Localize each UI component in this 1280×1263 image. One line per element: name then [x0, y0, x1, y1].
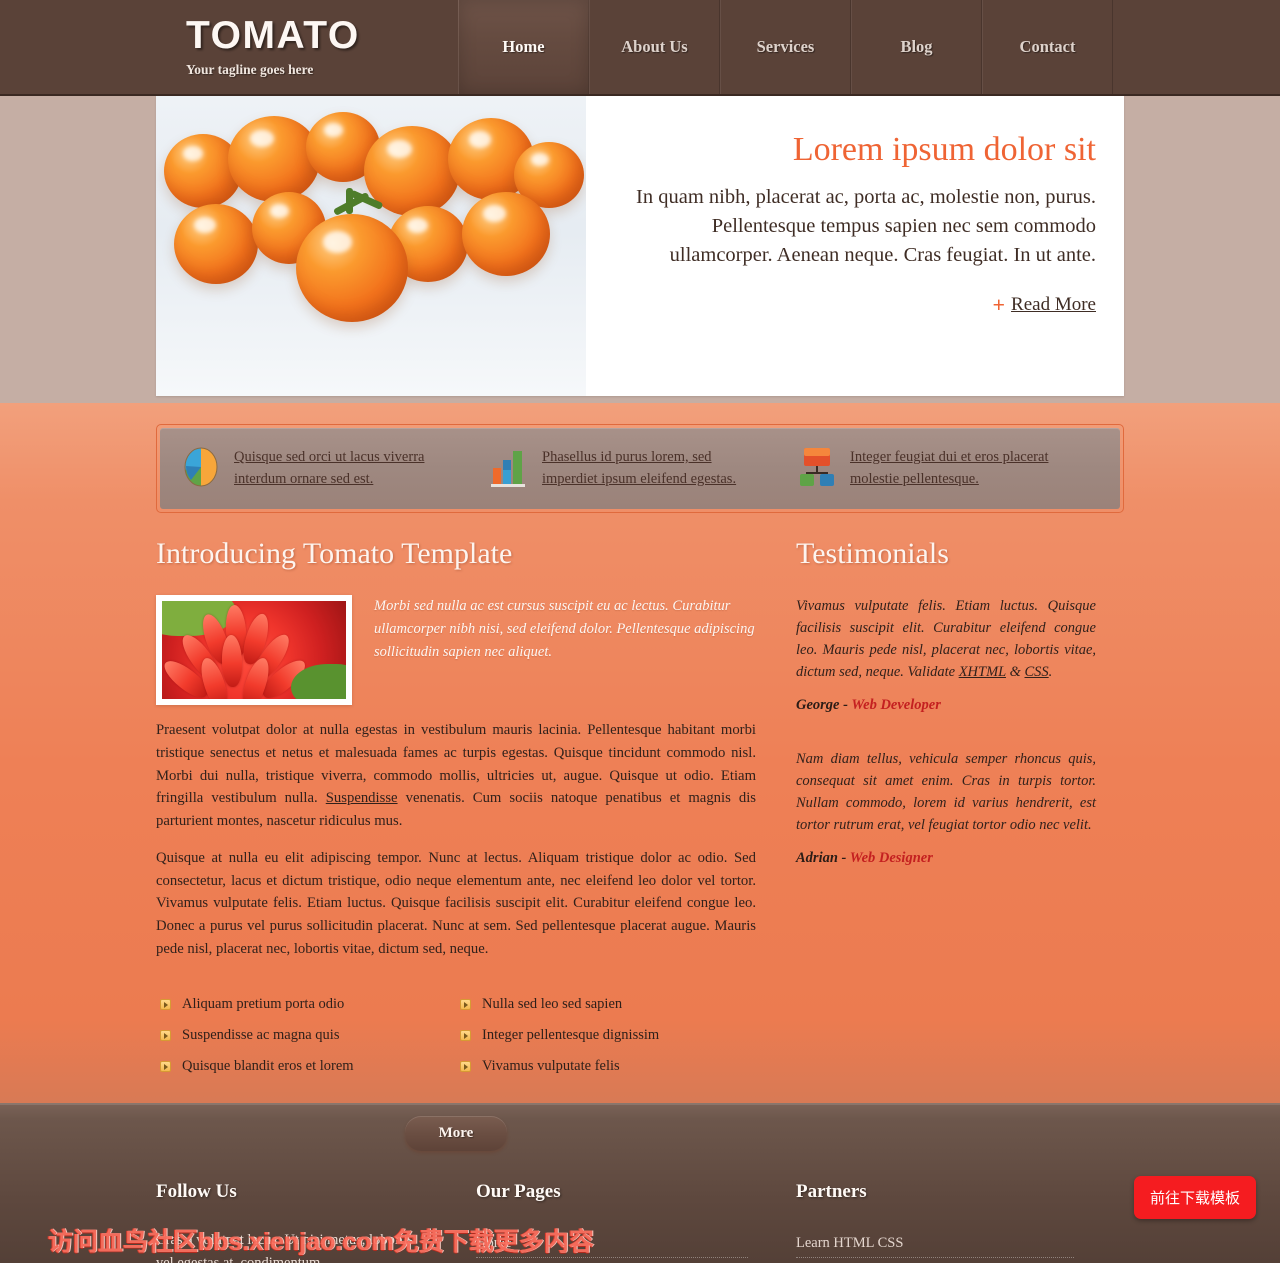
testimonial-author-1-role: Web Developer	[851, 697, 941, 714]
suspendisse-link[interactable]: Suspendisse	[326, 790, 398, 806]
intro-paragraph-1: Praesent volutpat dolor at nulla egestas…	[156, 719, 756, 833]
brand-title: TOMATO	[186, 14, 360, 57]
footer-column-partners: Partners Learn HTML CSS Web Design Flash…	[796, 1181, 1124, 1263]
footer-partners-title: Partners	[796, 1180, 867, 1202]
testimonial-author-2-role: Web Designer	[849, 850, 933, 867]
testimonial-author-1-name: George	[796, 697, 840, 714]
footer-follow-title: Follow Us	[156, 1180, 237, 1202]
footer-pages-title: Our Pages	[476, 1180, 561, 1202]
site-header: TOMATO Your tagline goes here Home About…	[0, 0, 1280, 96]
feature-link-2-line1[interactable]: Phasellus id purus lorem, sed	[542, 449, 712, 465]
dash: -	[839, 697, 852, 714]
nav-item-about-us[interactable]: About Us	[589, 0, 720, 94]
arrow-bullet-icon	[460, 998, 471, 1010]
list-item[interactable]: Web Design	[796, 1258, 1074, 1263]
intro-thumbnail-image	[162, 600, 346, 699]
feature-bar-inner: Quisque sed orci ut lacus viverra interd…	[160, 428, 1120, 509]
main-content: Introducing Tomato Template Morbi sed nu…	[156, 513, 1124, 1151]
main-navigation: Home About Us Services Blog Contact	[458, 0, 1280, 94]
testimonial-quote-1-end: .	[1048, 664, 1053, 681]
list-item[interactable]: Vivamus vulputate felis	[456, 1051, 756, 1082]
list-item[interactable]: Suspendisse ac magna quis	[156, 1020, 456, 1051]
nav-item-contact[interactable]: Contact	[982, 0, 1113, 94]
brand-tagline: Your tagline goes here	[186, 62, 314, 77]
list-item[interactable]: Quisque blandit eros et lorem	[156, 1051, 456, 1082]
pie-chart-icon	[182, 446, 222, 488]
feature-link-3-line2[interactable]: molestie pellentesque.	[850, 471, 979, 487]
testimonial-author-2-name: Adrian	[796, 850, 838, 867]
feature-list-left: Aliquam pretium porta odio Suspendisse a…	[156, 989, 456, 1082]
feature-bar: Quisque sed orci ut lacus viverra interd…	[156, 424, 1124, 513]
feature-link-3-line1[interactable]: Integer feugiat dui et eros placerat	[850, 449, 1048, 465]
list-item-label: Quisque blandit eros et lorem	[182, 1057, 354, 1074]
list-item[interactable]: About Us	[476, 1258, 748, 1263]
feature-list-right: Nulla sed leo sed sapien Integer pellent…	[456, 989, 756, 1082]
list-item-label: Suspendisse ac magna quis	[182, 1026, 340, 1043]
watermark-text: 访问血鸟社区bbs.xienjao.com免费下载更多内容	[48, 1228, 594, 1256]
arrow-bullet-icon	[160, 1029, 171, 1041]
intro-paragraph-2: Quisque at nulla eu elit adipiscing temp…	[156, 849, 756, 957]
testimonial-card-2: Nam diam tellus, vehicula semper rhoncus…	[796, 748, 1096, 867]
bar-chart-icon	[490, 446, 530, 488]
hero-copy: Lorem ipsum dolor sit In quam nibh, plac…	[586, 96, 1124, 396]
feature-link-2-line2[interactable]: imperdiet ipsum eleifend egestas.	[542, 471, 736, 487]
intro-thumbnail	[156, 594, 352, 705]
arrow-bullet-icon	[160, 1060, 171, 1072]
list-item-label: Integer pellentesque dignissim	[482, 1026, 660, 1043]
nav-item-blog[interactable]: Blog	[851, 0, 982, 94]
testimonial-card-1: Vivamus vulputate felis. Etiam luctus. Q…	[796, 595, 1096, 714]
intro-lead-text: Morbi sed nulla ac est cursus suscipit e…	[374, 597, 755, 661]
brand[interactable]: TOMATO Your tagline goes here	[0, 0, 458, 94]
testimonial-author-1: George - Web Developer	[796, 697, 1096, 714]
intro-title: Introducing Tomato Template	[156, 536, 513, 570]
xhtml-validate-link[interactable]: XHTML	[959, 664, 1006, 680]
nav-item-home[interactable]: Home	[458, 0, 589, 94]
feature-text-2: Phasellus id purus lorem, sed imperdiet …	[542, 446, 736, 491]
list-item[interactable]: Aliquam pretium porta odio	[156, 989, 456, 1020]
feature-text-1: Quisque sed orci ut lacus viverra interd…	[234, 446, 424, 491]
dash: -	[837, 850, 850, 867]
list-item-label: Aliquam pretium porta odio	[182, 995, 345, 1012]
hero-title: Lorem ipsum dolor sit	[792, 131, 1096, 168]
testimonials-title: Testimonials	[796, 536, 949, 570]
hero-section: Lorem ipsum dolor sit In quam nibh, plac…	[0, 96, 1280, 396]
hero-read-more-label: Read More	[1011, 294, 1096, 316]
testimonial-quote-1: Vivamus vulputate felis. Etiam luctus. Q…	[796, 595, 1096, 683]
testimonial-author-2: Adrian - Web Designer	[796, 850, 1096, 867]
intro-row: Morbi sed nulla ac est cursus suscipit e…	[156, 594, 756, 705]
list-item[interactable]: Nulla sed leo sed sapien	[456, 989, 756, 1020]
feature-link-1-line1[interactable]: Quisque sed orci ut lacus viverra	[234, 449, 424, 465]
css-validate-link[interactable]: CSS	[1025, 664, 1049, 680]
testimonials-column: Testimonials Vivamus vulputate felis. Et…	[796, 537, 1096, 1151]
hero-image-tomatoes	[156, 96, 586, 396]
more-button[interactable]: More	[404, 1115, 508, 1151]
flower-petals	[162, 601, 346, 699]
hero-read-more-link[interactable]: + Read More	[993, 292, 1097, 318]
footer-partner-link-learn-html-css[interactable]: Learn HTML CSS	[796, 1235, 903, 1251]
list-item[interactable]: Learn HTML CSS	[796, 1229, 1074, 1258]
nav-item-services[interactable]: Services	[720, 0, 851, 94]
list-item-label: Nulla sed leo sed sapien	[482, 995, 623, 1012]
more-row: More	[156, 1115, 756, 1151]
testimonial-quote-2: Nam diam tellus, vehicula semper rhoncus…	[796, 751, 1096, 834]
feature-text-3: Integer feugiat dui et eros placerat mol…	[850, 446, 1048, 491]
feature-lists: Aliquam pretium porta odio Suspendisse a…	[156, 989, 756, 1082]
list-item[interactable]: Integer pellentesque dignissim	[456, 1020, 756, 1051]
ampersand: &	[1005, 664, 1025, 681]
plus-icon: +	[992, 292, 1006, 318]
arrow-bullet-icon	[460, 1060, 471, 1072]
feature-item-3: Integer feugiat dui et eros placerat mol…	[798, 446, 1098, 491]
download-template-button[interactable]: 前往下载模板	[1133, 1176, 1256, 1219]
feature-link-1-line2[interactable]: interdum ornare sed est.	[234, 471, 373, 487]
hero-panel: Lorem ipsum dolor sit In quam nibh, plac…	[156, 96, 1124, 396]
org-chart-icon	[798, 446, 838, 488]
footer-partners-list: Learn HTML CSS Web Design Flash Gallery …	[796, 1229, 1074, 1263]
intro-column: Introducing Tomato Template Morbi sed nu…	[156, 537, 756, 1151]
feature-item-1: Quisque sed orci ut lacus viverra interd…	[182, 446, 482, 491]
list-item-label: Vivamus vulputate felis	[482, 1057, 620, 1074]
feature-item-2: Phasellus id purus lorem, sed imperdiet …	[490, 446, 790, 491]
hero-text: In quam nibh, placerat ac, porta ac, mol…	[636, 186, 1096, 267]
arrow-bullet-icon	[160, 998, 171, 1010]
arrow-bullet-icon	[460, 1029, 471, 1041]
